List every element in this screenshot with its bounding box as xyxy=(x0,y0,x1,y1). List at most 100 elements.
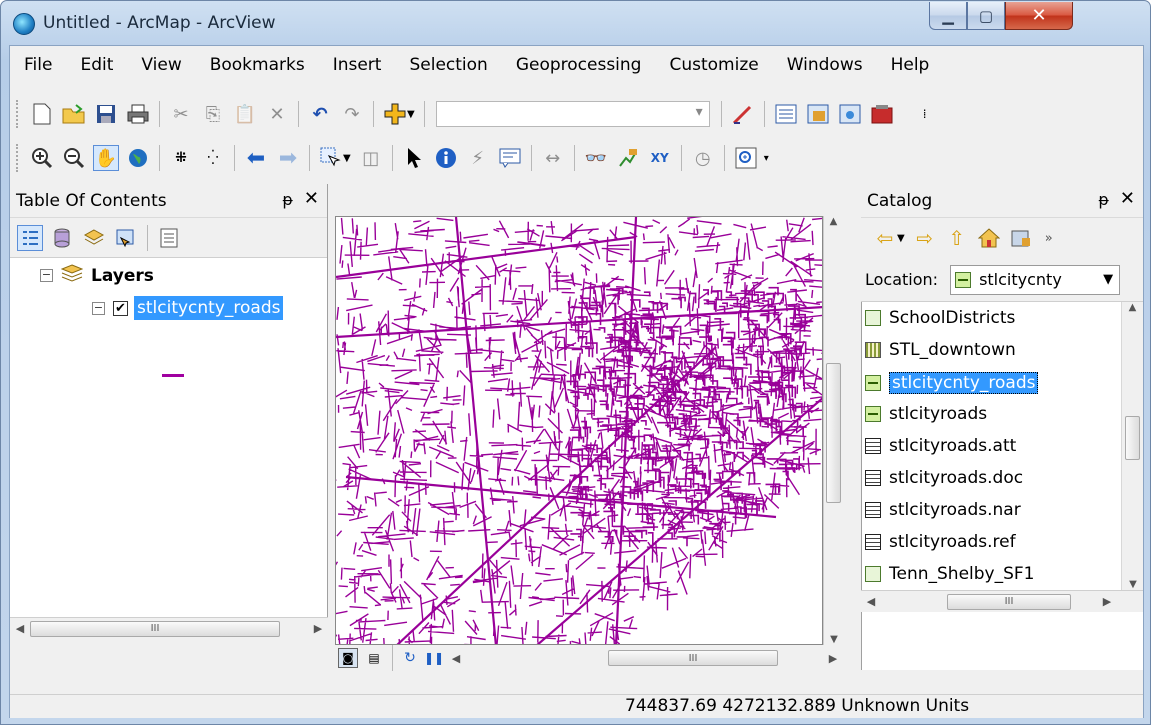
refresh-icon[interactable]: ↻ xyxy=(401,645,419,671)
location-dropdown-icon[interactable]: ▼ xyxy=(1103,272,1113,287)
toc-close-icon[interactable]: ✕ xyxy=(304,188,319,209)
select-elements-arrow-icon[interactable] xyxy=(401,145,427,171)
layer-name[interactable]: stlcitycnty_roads xyxy=(134,296,284,320)
select-dropdown-icon[interactable]: ▼ xyxy=(343,153,351,164)
scroll-right-icon[interactable]: ▶ xyxy=(308,622,328,635)
catalog-item[interactable]: stlcityroads.doc xyxy=(865,468,1023,488)
collapse-icon[interactable]: − xyxy=(92,301,105,315)
menu-windows[interactable]: Windows xyxy=(773,55,877,75)
catalog-item[interactable]: stlcityroads.att xyxy=(865,436,1016,456)
menu-selection[interactable]: Selection xyxy=(395,55,501,75)
scroll-down-icon[interactable]: ▼ xyxy=(1122,579,1143,590)
table-of-contents-icon[interactable] xyxy=(773,101,799,127)
list-by-drawing-order-icon[interactable] xyxy=(17,224,43,251)
fixed-zoom-out-icon[interactable]: ⁛ xyxy=(200,145,226,171)
scroll-down-icon[interactable]: ▼ xyxy=(824,634,844,645)
html-popup-icon[interactable] xyxy=(497,145,523,171)
map-vertical-scrollbar[interactable]: ▲ ▼ xyxy=(823,216,843,645)
clear-selection-icon[interactable]: ◫ xyxy=(358,145,384,171)
home-folder-icon[interactable] xyxy=(976,225,1002,251)
hyperlink-icon[interactable]: ⚡ xyxy=(465,145,491,171)
fixed-zoom-in-icon[interactable]: ⁜ xyxy=(168,145,194,171)
editor-toolbar-icon[interactable] xyxy=(730,101,756,127)
back-extent-icon[interactable]: ⬅ xyxy=(243,145,269,171)
auto-hide-pin-icon[interactable]: ᵽ xyxy=(1098,190,1109,209)
catalog-item[interactable]: stlcityroads.ref xyxy=(865,532,1016,552)
find-binoculars-icon[interactable]: 👓 xyxy=(583,145,609,171)
pause-drawing-icon[interactable]: ❚❚ xyxy=(424,645,444,671)
forward-icon[interactable]: ⇨ xyxy=(912,225,938,251)
up-one-level-icon[interactable]: ⇧ xyxy=(944,225,970,251)
scroll-thumb[interactable]: III xyxy=(608,650,778,666)
catalog-item[interactable]: SchoolDistricts xyxy=(865,308,1015,328)
catalog-item[interactable]: stlcityroads.nar xyxy=(865,500,1021,520)
scroll-up-icon[interactable]: ▲ xyxy=(1122,302,1143,322)
map-display[interactable] xyxy=(335,216,823,645)
scroll-right-icon[interactable]: ▶ xyxy=(823,652,843,665)
redo-icon[interactable]: ↷ xyxy=(339,101,365,127)
scroll-left-icon[interactable]: ◀ xyxy=(10,622,30,635)
cut-icon[interactable]: ✂ xyxy=(168,101,194,127)
measure-icon[interactable]: ↔ xyxy=(540,145,566,171)
magnifier-window-icon[interactable] xyxy=(733,145,759,171)
catalog-window-icon[interactable] xyxy=(805,101,831,127)
catalog-close-icon[interactable]: ✕ xyxy=(1120,188,1135,209)
menu-geoprocessing[interactable]: Geoprocessing xyxy=(502,55,656,75)
menu-help[interactable]: Help xyxy=(877,55,944,75)
catalog-item[interactable]: stlcitycnty_roads xyxy=(865,372,1039,394)
catalog-item[interactable]: STL_downtown xyxy=(865,340,1016,360)
minimize-button[interactable]: ▁ xyxy=(929,2,967,30)
collapse-icon[interactable]: − xyxy=(40,269,53,282)
scroll-thumb[interactable] xyxy=(1125,416,1140,460)
new-document-icon[interactable] xyxy=(29,101,55,127)
data-view-icon[interactable]: ◙ xyxy=(338,648,358,668)
catalog-horizontal-scrollbar[interactable]: ◀ III ▶ xyxy=(861,590,1143,612)
toolbar-overflow-icon[interactable]: ⁞ xyxy=(912,101,938,127)
select-features-icon[interactable] xyxy=(318,145,344,171)
map-scale-combo[interactable] xyxy=(435,101,710,127)
save-icon[interactable] xyxy=(93,101,119,127)
pan-hand-icon[interactable]: ✋ xyxy=(93,145,119,171)
connect-folder-icon[interactable] xyxy=(1008,225,1034,251)
find-route-icon[interactable] xyxy=(615,145,641,171)
layer-row[interactable]: − ✔ stlcitycnty_roads xyxy=(92,296,284,320)
layer-visibility-checkbox[interactable]: ✔ xyxy=(113,300,128,316)
menu-insert[interactable]: Insert xyxy=(319,55,396,75)
catalog-item[interactable]: stlcityroads xyxy=(865,404,987,424)
toc-horizontal-scrollbar[interactable]: ◀ III ▶ xyxy=(10,617,328,639)
search-window-icon[interactable] xyxy=(837,101,863,127)
menu-customize[interactable]: Customize xyxy=(655,55,772,75)
list-by-source-icon[interactable] xyxy=(49,225,75,251)
toolbar-options-icon[interactable]: ▾ xyxy=(764,153,769,164)
layout-view-icon[interactable]: ▤ xyxy=(364,648,384,668)
copy-icon[interactable]: ⎘ xyxy=(200,101,226,127)
identify-icon[interactable] xyxy=(433,145,459,171)
zoom-out-icon[interactable] xyxy=(61,145,87,171)
menu-file[interactable]: File xyxy=(10,55,66,75)
arcmap-app-icon[interactable] xyxy=(13,13,35,35)
go-to-xy-icon[interactable]: XY xyxy=(647,145,673,171)
menu-bookmarks[interactable]: Bookmarks xyxy=(196,55,319,75)
toolbar-grip[interactable] xyxy=(16,100,20,128)
full-extent-globe-icon[interactable] xyxy=(125,145,151,171)
scroll-thumb[interactable]: III xyxy=(30,620,280,637)
scroll-thumb[interactable] xyxy=(826,363,841,503)
scroll-left-icon[interactable]: ◀ xyxy=(446,652,466,665)
scroll-right-icon[interactable]: ▶ xyxy=(1097,595,1117,608)
back-dropdown-icon[interactable]: ▼ xyxy=(897,233,905,244)
toc-options-icon[interactable] xyxy=(156,225,182,251)
menu-edit[interactable]: Edit xyxy=(66,55,127,75)
close-button[interactable]: ✕ xyxy=(1005,2,1073,30)
open-folder-icon[interactable] xyxy=(61,101,87,127)
layers-group-row[interactable]: − Layers xyxy=(40,264,154,287)
catalog-vertical-scrollbar[interactable]: ▲ ▼ xyxy=(1121,302,1143,590)
scroll-left-icon[interactable]: ◀ xyxy=(861,595,881,608)
back-icon[interactable]: ⇦ xyxy=(872,225,898,251)
time-slider-icon[interactable]: ◷ xyxy=(690,145,716,171)
scroll-up-icon[interactable]: ▲ xyxy=(824,216,843,236)
paste-icon[interactable]: 📋 xyxy=(232,101,258,127)
add-data-icon[interactable] xyxy=(382,101,408,127)
zoom-in-icon[interactable] xyxy=(29,145,55,171)
location-combo[interactable]: stlcitycnty ▼ xyxy=(950,264,1121,295)
arctoolbox-icon[interactable] xyxy=(869,101,895,127)
